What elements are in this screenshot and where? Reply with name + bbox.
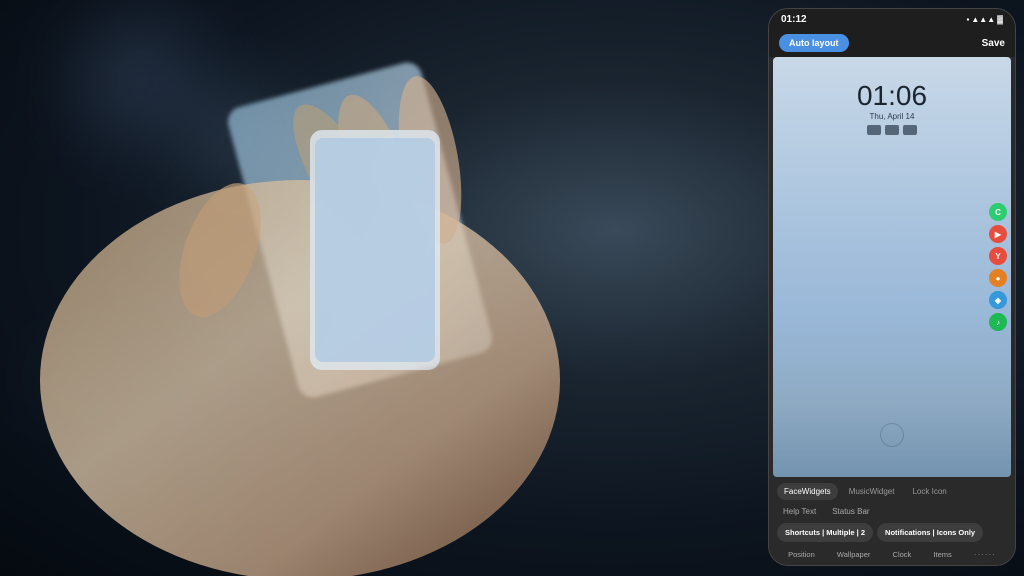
screen-preview: 01:06 Thu, April 14 C ▶ Y ● ◈ ♪: [773, 57, 1011, 477]
action-buttons: Shortcuts | Multiple | 2 Notifications |…: [777, 523, 1007, 542]
help-text-tab[interactable]: Help Text: [779, 505, 820, 518]
spotify-shortcut-icon[interactable]: ♪: [989, 313, 1007, 331]
shortcuts-button[interactable]: Shortcuts | Multiple | 2: [777, 523, 873, 542]
lockscreen-date: Thu, April 14: [773, 112, 1011, 121]
hand-silhouette: [0, 0, 680, 576]
lockscreen-time-display: 01:06 Thu, April 14: [773, 82, 1011, 135]
auto-layout-button[interactable]: Auto layout: [779, 34, 849, 52]
battery-icon: ▓: [997, 15, 1003, 24]
nav-clock[interactable]: Clock: [893, 550, 912, 559]
status-icons: ▪ ▲▲▲ ▓: [967, 15, 1003, 24]
tab-musicwidget[interactable]: MusicWidget: [842, 483, 902, 500]
app-shortcut-icon-3[interactable]: Y: [989, 247, 1007, 265]
mountain-background: [773, 357, 1011, 477]
widget-tabs: FaceWidgets MusicWidget Lock Icon: [777, 483, 1007, 500]
notif-icon-2: [885, 125, 899, 135]
phone-panel: 01:12 ▪ ▲▲▲ ▓ Auto layout Save 01:06 Thu…: [768, 8, 1016, 566]
status-bar-tab[interactable]: Status Bar: [828, 505, 873, 518]
top-toolbar: Auto layout Save: [769, 29, 1015, 57]
bottom-navigation: Position Wallpaper Clock Items ······: [777, 547, 1007, 561]
nav-items[interactable]: Items: [933, 550, 951, 559]
fingerprint-sensor: [880, 423, 904, 447]
app-shortcut-icon-5[interactable]: ◈: [989, 291, 1007, 309]
wifi-icon: ▪: [967, 15, 970, 24]
more-dots-icon: ······: [974, 550, 996, 559]
lockscreen-hour: 01:06: [773, 82, 1011, 110]
signal-icon: ▲▲▲: [971, 15, 995, 24]
nav-wallpaper[interactable]: Wallpaper: [837, 550, 871, 559]
control-panel: FaceWidgets MusicWidget Lock Icon Help T…: [769, 477, 1015, 565]
notifications-button[interactable]: Notifications | Icons Only: [877, 523, 983, 542]
phone-shortcut-icon[interactable]: C: [989, 203, 1007, 221]
tab-lockicon[interactable]: Lock Icon: [905, 483, 953, 500]
app-shortcut-icon-4[interactable]: ●: [989, 269, 1007, 287]
lockscreen-notification-icons: [773, 125, 1011, 135]
side-app-icons: C ▶ Y ● ◈ ♪: [989, 203, 1007, 331]
status-bar: 01:12 ▪ ▲▲▲ ▓: [769, 9, 1015, 29]
notif-icon-1: [867, 125, 881, 135]
save-button[interactable]: Save: [982, 38, 1005, 49]
sub-tabs: Help Text Status Bar: [777, 505, 1007, 518]
notif-icon-3: [903, 125, 917, 135]
status-time: 01:12: [781, 14, 807, 25]
youtube-shortcut-icon[interactable]: ▶: [989, 225, 1007, 243]
tab-facewidgets[interactable]: FaceWidgets: [777, 483, 838, 500]
nav-position[interactable]: Position: [788, 550, 815, 559]
